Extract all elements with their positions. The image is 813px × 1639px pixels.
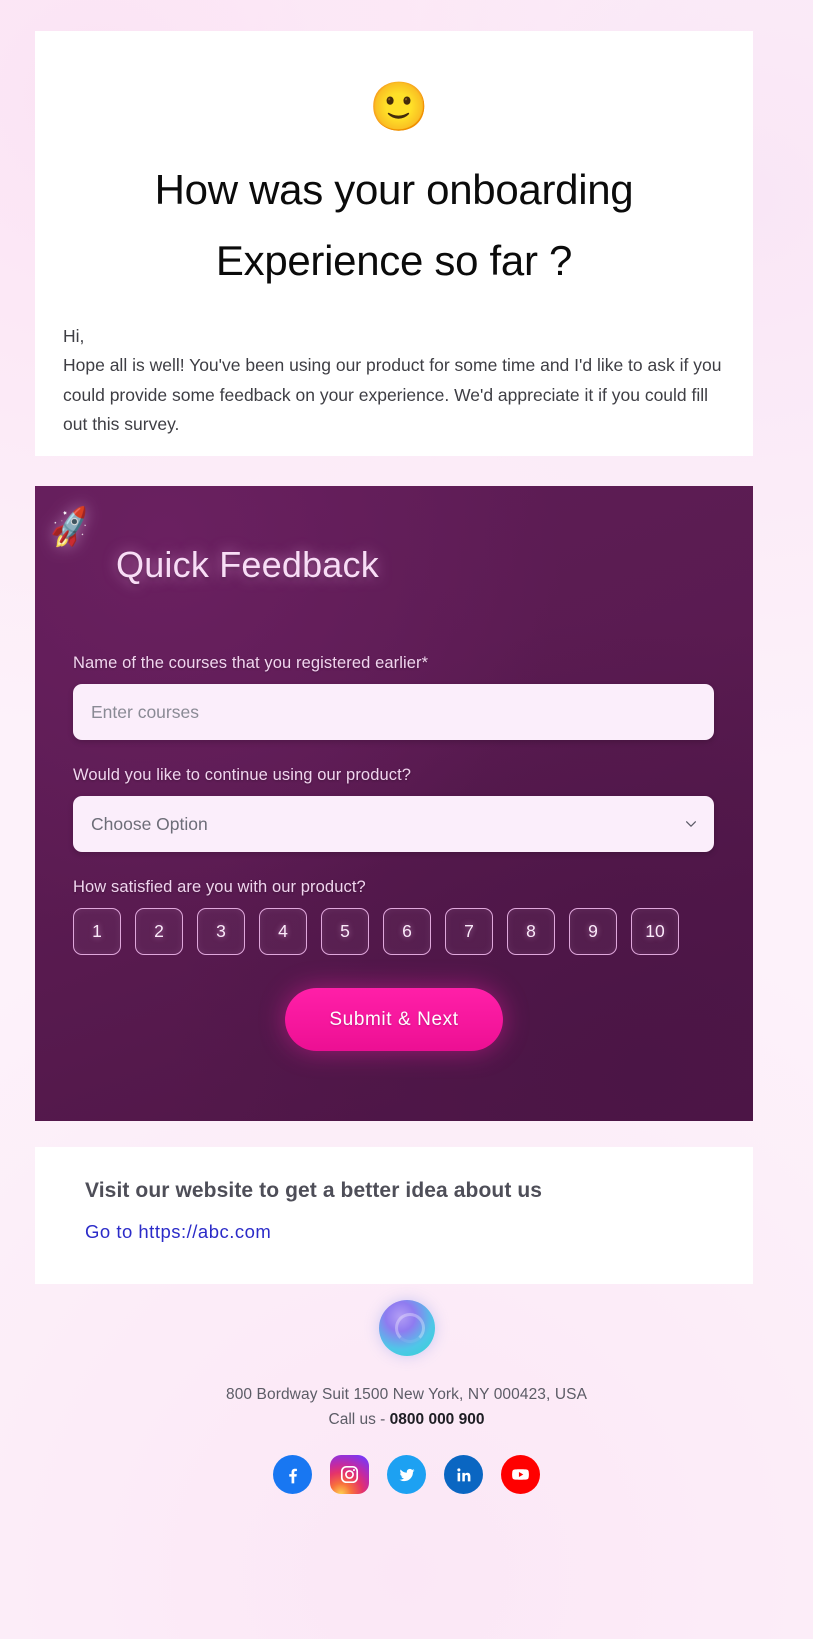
website-card-title: Visit our website to get a better idea a… [85,1179,703,1203]
website-card: Visit our website to get a better idea a… [35,1147,753,1284]
twitter-icon[interactable] [387,1455,426,1494]
facebook-icon[interactable] [273,1455,312,1494]
facebook-glyph [283,1465,303,1485]
rating-button-3[interactable]: 3 [197,908,245,955]
feedback-form: Name of the courses that you registered … [73,654,715,1051]
satisfaction-rating-scale: 1 2 3 4 5 6 7 8 9 10 [73,908,715,955]
brand-logo-icon [379,1300,435,1356]
linkedin-icon[interactable] [444,1455,483,1494]
rating-button-1[interactable]: 1 [73,908,121,955]
rating-button-10[interactable]: 10 [631,908,679,955]
courses-input[interactable] [73,684,714,740]
continue-select-wrapper: Choose Option [73,796,714,852]
youtube-glyph [510,1464,531,1485]
continue-label: Would you like to continue using our pro… [73,766,715,785]
quick-feedback-card: 🚀 Quick Feedback Name of the courses tha… [35,486,753,1121]
headline-line-2: Experience so far ? [61,226,727,297]
continue-select[interactable]: Choose Option [73,796,714,852]
rating-button-6[interactable]: 6 [383,908,431,955]
call-us-prefix: Call us - [329,1411,390,1428]
rating-button-5[interactable]: 5 [321,908,369,955]
youtube-icon[interactable] [501,1455,540,1494]
headline-line-1: How was your onboarding [155,166,634,213]
rating-button-4[interactable]: 4 [259,908,307,955]
rating-button-9[interactable]: 9 [569,908,617,955]
intro-paragraph: Hope all is well! You've been using our … [63,351,727,439]
linkedin-glyph [454,1465,474,1485]
intro-body: Hi, Hope all is well! You've been using … [61,322,727,440]
spacer [73,740,715,766]
courses-label: Name of the courses that you registered … [73,654,715,673]
rating-button-2[interactable]: 2 [135,908,183,955]
instagram-glyph [339,1464,360,1485]
page-title: How was your onboarding Experience so fa… [61,155,727,296]
spacer [73,852,715,878]
instagram-icon[interactable] [330,1455,369,1494]
website-link[interactable]: Go to https://abc.com [85,1221,271,1243]
rating-button-7[interactable]: 7 [445,908,493,955]
footer: 800 Bordway Suit 1500 New York, NY 00042… [0,1300,813,1494]
footer-call-us: Call us - 0800 000 900 [0,1411,813,1429]
twitter-glyph [397,1465,417,1485]
submit-wrapper: Submit & Next [73,988,715,1051]
footer-address: 800 Bordway Suit 1500 New York, NY 00042… [0,1386,813,1404]
footer-phone-number: 0800 000 900 [390,1411,485,1428]
quick-feedback-title: Quick Feedback [73,544,715,586]
intro-card: 🙂 How was your onboarding Experience so … [35,31,753,456]
smiley-face-icon: 🙂 [369,83,419,133]
rating-button-8[interactable]: 8 [507,908,555,955]
email-page: 🙂 How was your onboarding Experience so … [0,0,813,1639]
social-links [0,1455,813,1494]
rocket-icon: 🚀 [44,495,108,559]
smiley-wrapper: 🙂 [61,83,727,133]
satisfaction-label: How satisfied are you with our product? [73,878,715,897]
greeting-text: Hi, [63,322,727,351]
submit-and-next-button[interactable]: Submit & Next [285,988,503,1051]
